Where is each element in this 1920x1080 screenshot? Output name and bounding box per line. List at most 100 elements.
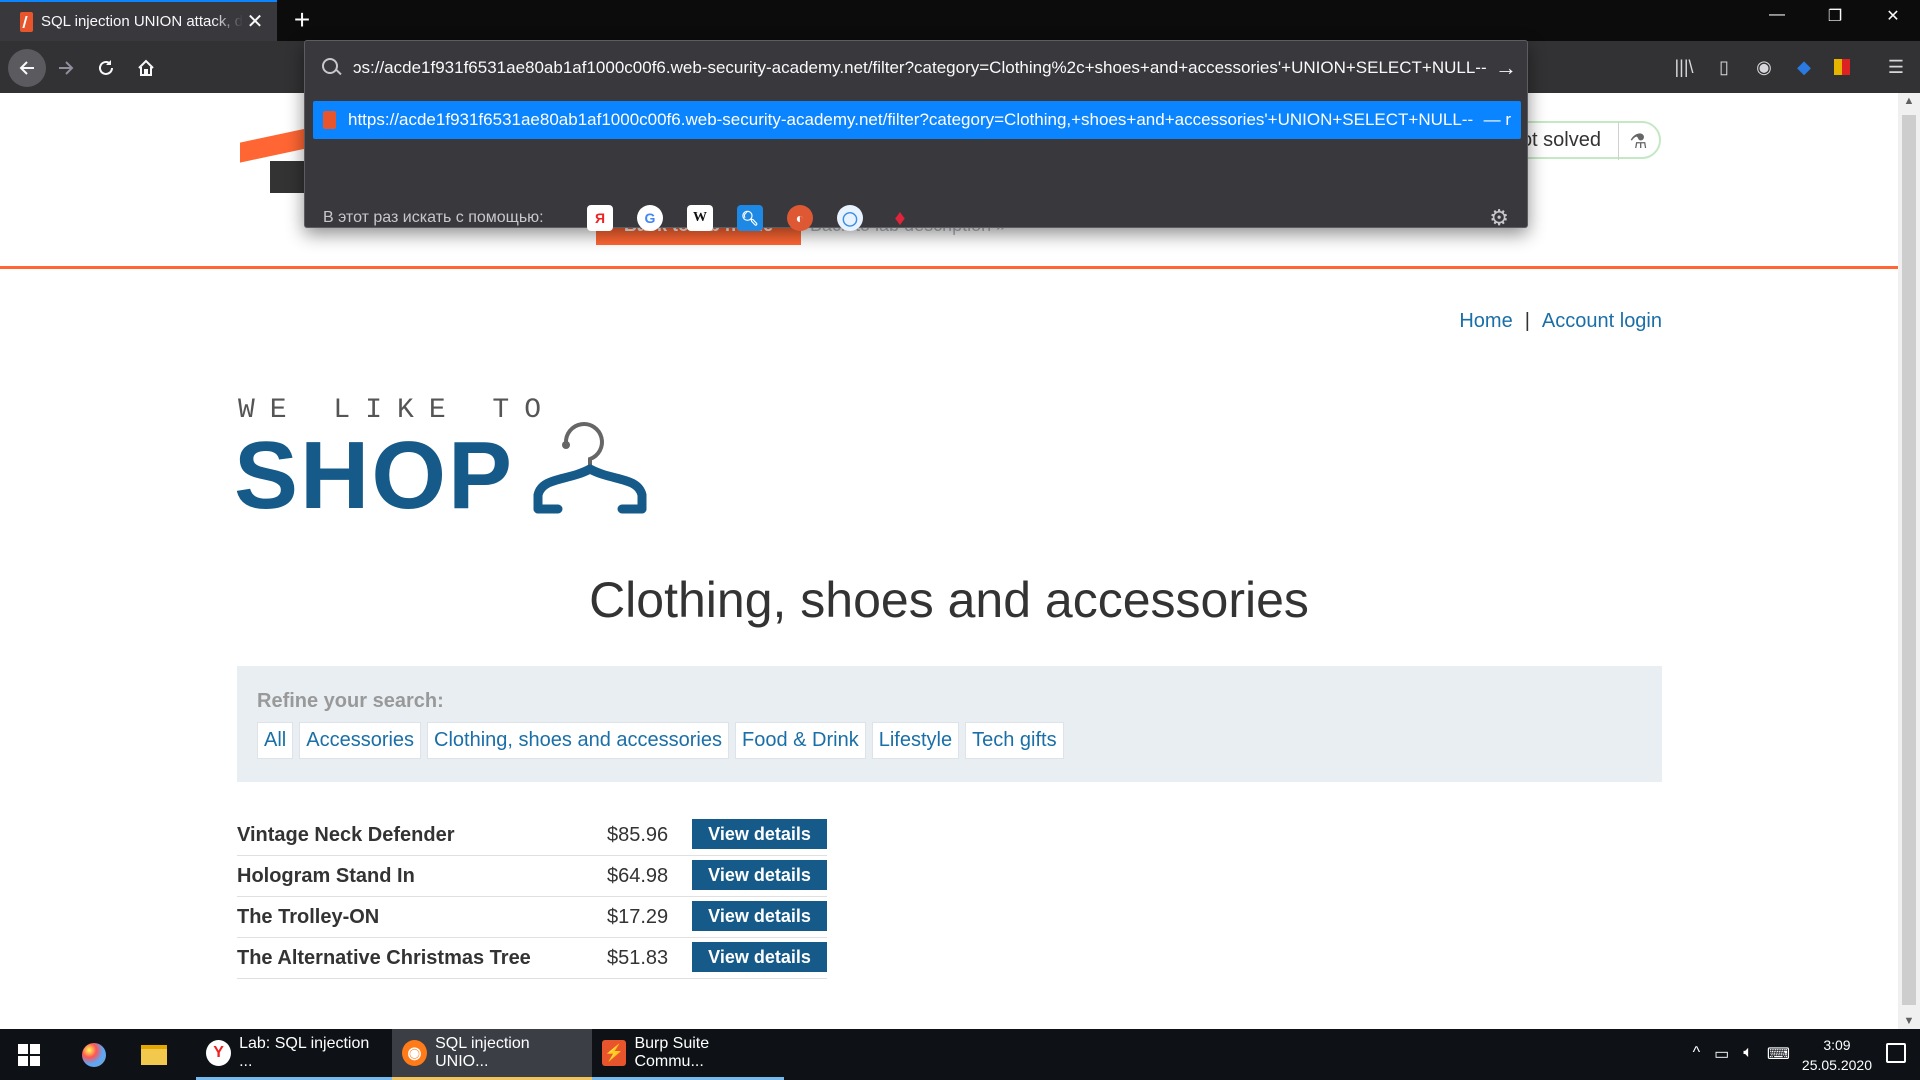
shop-logo: WE LIKE TO SHOP — [234, 395, 678, 529]
new-tab-button[interactable]: + — [288, 4, 316, 36]
tab-title: SQL injection UNION attack, de — [41, 13, 243, 30]
taskbar: Y Lab: SQL injection ... ◉ SQL injection UN… — [0, 1029, 1920, 1080]
extension-icon[interactable]: ◆ — [1792, 55, 1816, 79]
suggestion-url: https://acde1f931f6531ae80ab1af1000c00f6… — [348, 110, 1474, 129]
wikipedia-icon[interactable]: W — [687, 205, 713, 231]
view-details-button[interactable]: View details — [692, 819, 827, 849]
search-icon — [321, 57, 343, 79]
minimize-button[interactable]: — — [1762, 6, 1792, 24]
sidebar-icon[interactable]: ▯ — [1712, 55, 1736, 79]
network-icon[interactable]: ▭ — [1714, 1044, 1729, 1064]
logo-wordmark: SHOP — [234, 422, 515, 529]
url-input[interactable]: ɔs://acde1f931f6531ae80ab1af1000c00f6.we… — [353, 58, 1487, 78]
system-tray: ^ ▭ 🔈︎ ⌨︎ — [1693, 1044, 1790, 1064]
search-engine-list: Я G W 🔍︎ ◐ ◯ ♦ — [587, 205, 913, 231]
page-scrollbar[interactable]: ▲ ▼ — [1898, 93, 1920, 1029]
duckduckgo-icon[interactable]: ◐ — [787, 205, 813, 231]
web-page: ot solved ⚗ Back to lab home Back to lab… — [0, 93, 1898, 1029]
ruby-icon[interactable]: ♦ — [887, 205, 913, 231]
product-name: Hologram Stand In — [237, 865, 415, 887]
browser-tab[interactable]: SQL injection UNION attack, de ✕ — [0, 0, 277, 41]
gear-icon[interactable]: ⚙ — [1489, 205, 1509, 231]
scroll-up-icon[interactable]: ▲ — [1898, 95, 1920, 107]
scrollbar-thumb[interactable] — [1902, 115, 1916, 1005]
filter-link[interactable]: Tech gifts — [965, 722, 1064, 759]
filter-link[interactable]: Food & Drink — [735, 722, 866, 759]
scroll-down-icon[interactable]: ▼ — [1898, 1015, 1920, 1027]
lab-status-text: ot solved — [1520, 128, 1601, 151]
forward-button[interactable] — [48, 50, 84, 86]
view-details-button[interactable]: View details — [692, 901, 827, 931]
burp-favicon-icon — [20, 11, 33, 32]
taskbar-item[interactable]: ⚡ Burp Suite Commu... — [592, 1029, 784, 1080]
tab-bar: SQL injection UNION attack, de ✕ + — ❐ ✕ — [0, 0, 1920, 41]
category-filters: All Accessories Clothing, shoes and access… — [257, 722, 1064, 759]
product-row: Hologram Stand In $64.98 View details — [237, 856, 827, 897]
filter-link[interactable]: Lifestyle — [871, 722, 960, 759]
taskbar-item-label: Burp Suite Commu... — [634, 1035, 710, 1070]
yandex-browser-icon: Y — [206, 1040, 232, 1066]
taskbar-item[interactable]: Y Lab: SQL injection ... — [196, 1029, 392, 1080]
taskbar-item[interactable]: ◉ SQL injection UNIO... — [392, 1029, 592, 1080]
flask-icon: ⚗ — [1618, 122, 1658, 160]
account-login-link[interactable]: Account login — [1542, 310, 1662, 333]
account-icon[interactable]: ◉ — [1752, 55, 1776, 79]
view-details-button[interactable]: View details — [692, 942, 827, 972]
flag-extension-icon[interactable] — [1830, 55, 1854, 79]
page-title: Clothing, shoes and accessories — [589, 572, 1309, 628]
search-icon[interactable]: 🔍︎ — [737, 205, 763, 231]
product-row: The Trolley-ON $17.29 View details — [237, 897, 827, 938]
bookmark-icon[interactable]: ◯ — [837, 205, 863, 231]
view-details-button[interactable]: View details — [692, 860, 827, 890]
suggestion-suffix: — r — [1483, 110, 1511, 129]
notification-icon[interactable] — [1886, 1043, 1906, 1063]
volume-icon[interactable]: 🔈︎ — [1743, 1044, 1753, 1064]
taskbar-item-label: Lab: SQL injection ... — [239, 1035, 370, 1070]
taskbar-item-label: SQL injection UNIO... — [435, 1035, 530, 1070]
home-button[interactable] — [128, 50, 164, 86]
product-price: $51.83 — [607, 947, 669, 969]
filter-link[interactable]: All — [257, 722, 294, 759]
product-name: Vintage Neck Defender — [237, 824, 455, 846]
product-price: $17.29 — [607, 906, 669, 928]
product-row: Vintage Neck Defender $85.96 View details — [237, 815, 827, 856]
paint-icon[interactable] — [78, 1039, 110, 1071]
firefox-icon: ◉ — [402, 1040, 428, 1066]
home-link[interactable]: Home — [1459, 310, 1512, 333]
refine-label: Refine your search: — [257, 690, 444, 712]
product-name: The Alternative Christmas Tree — [237, 947, 531, 969]
burp-suite-icon: ⚡ — [602, 1040, 627, 1066]
chevron-up-icon[interactable]: ^ — [1693, 1044, 1701, 1064]
ime-icon[interactable]: ⌨︎ — [1767, 1044, 1790, 1064]
yandex-icon[interactable]: Я — [587, 205, 613, 231]
product-list: Vintage Neck Defender $85.96 View details H… — [237, 815, 827, 979]
url-bar[interactable]: ɔs://acde1f931f6531ae80ab1af1000c00f6.we… — [305, 41, 1527, 95]
product-price: $64.98 — [607, 865, 669, 887]
nav-separator: | — [1524, 310, 1530, 332]
reload-button[interactable] — [88, 50, 124, 86]
hanger-icon — [533, 422, 647, 514]
product-price: $85.96 — [607, 824, 669, 846]
site-nav: Home | Account login — [1459, 310, 1662, 333]
windows-start-icon[interactable] — [18, 1044, 40, 1066]
filter-link[interactable]: Clothing, shoes and accessories — [427, 722, 729, 759]
arrow-left-icon — [19, 61, 34, 75]
clock[interactable]: 3:09 25.05.2020 — [1802, 1035, 1872, 1075]
home-icon — [138, 59, 154, 76]
filter-link[interactable]: Accessories — [299, 722, 422, 759]
menu-icon[interactable]: ☰ — [1884, 55, 1908, 79]
window-close-button[interactable]: ✕ — [1878, 6, 1908, 26]
restore-button[interactable]: ❐ — [1820, 6, 1850, 26]
tab-close-icon[interactable]: ✕ — [243, 9, 267, 34]
reload-icon — [99, 60, 113, 75]
google-icon[interactable]: G — [637, 205, 663, 231]
file-explorer-icon[interactable] — [138, 1039, 170, 1071]
url-suggestion[interactable]: https://acde1f931f6531ae80ab1af1000c00f6… — [313, 101, 1521, 139]
library-icon[interactable]: |||\ — [1672, 55, 1696, 79]
back-button[interactable] — [8, 49, 46, 87]
product-row: The Alternative Christmas Tree $51.83 View… — [237, 938, 827, 979]
product-name: The Trolley-ON — [237, 906, 380, 928]
go-arrow-icon[interactable]: → — [1495, 55, 1517, 81]
burp-favicon-icon — [323, 111, 336, 129]
clock-date: 25.05.2020 — [1801, 1057, 1872, 1073]
